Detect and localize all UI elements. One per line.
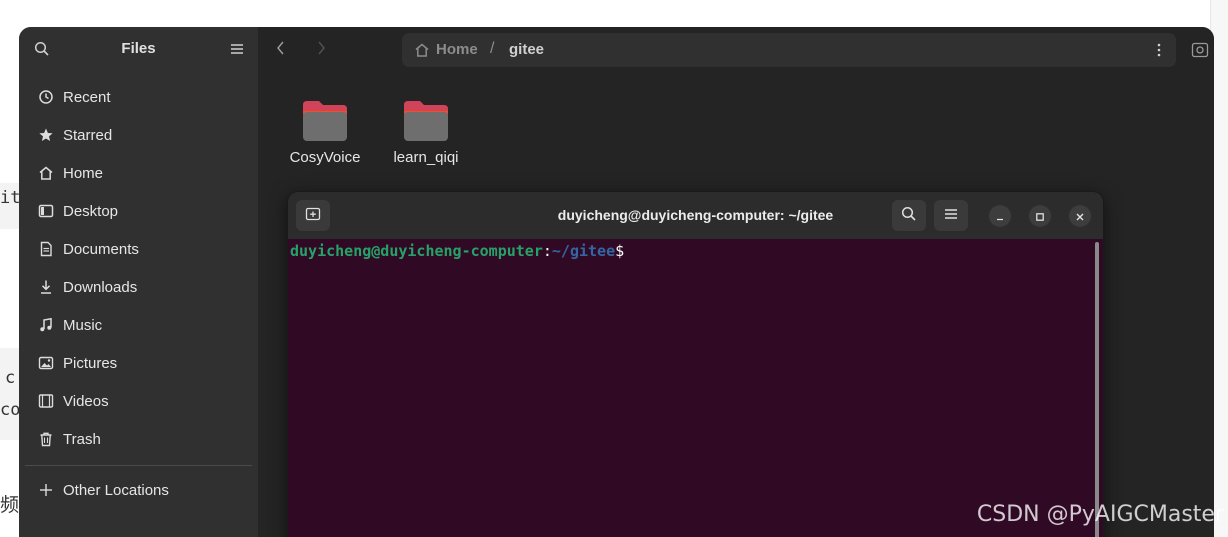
prompt-dollar: $ — [615, 242, 625, 260]
sidebar-item-label: Recent — [63, 88, 111, 106]
sidebar-item-label: Desktop — [63, 202, 119, 220]
home-icon — [414, 42, 430, 62]
chevron-left-icon — [275, 40, 287, 60]
music-icon — [38, 317, 54, 333]
sidebar-item-label: Documents — [63, 240, 139, 258]
terminal-search-button[interactable] — [892, 200, 926, 231]
view-options-icon[interactable] — [1191, 41, 1209, 63]
background-snippet: co — [0, 400, 21, 420]
background-snippet: 频 — [0, 494, 20, 516]
path-bar[interactable]: Home / gitee — [402, 33, 1176, 67]
sidebar-item-home[interactable]: Home — [27, 154, 250, 192]
terminal-header-bar: duyicheng@duyicheng-computer: ~/gitee — [288, 192, 1103, 239]
sidebar-item-label: Pictures — [63, 354, 118, 372]
minimize-icon — [995, 207, 1005, 226]
folder-item[interactable]: CosyVoice — [280, 99, 370, 166]
path-separator: / — [490, 40, 495, 57]
search-icon — [901, 206, 917, 226]
prompt-path: ~/gitee — [551, 242, 616, 260]
file-browser-toolbar: Home / gitee — [258, 27, 1214, 73]
vertical-dots-menu-icon[interactable] — [1150, 41, 1168, 59]
folder-name: learn_qiqi — [393, 149, 459, 166]
sidebar-item-label: Other Locations — [63, 481, 169, 499]
chevron-right-icon — [315, 40, 327, 60]
sidebar-item-downloads[interactable]: Downloads — [27, 268, 250, 306]
maximize-icon — [1035, 207, 1045, 226]
terminal-menu-button[interactable] — [934, 200, 968, 231]
sidebar-item-documents[interactable]: Documents — [27, 230, 250, 268]
desktop-icon — [38, 203, 54, 219]
maximize-button[interactable] — [1029, 205, 1051, 227]
sidebar-item-music[interactable]: Music — [27, 306, 250, 344]
sidebar-places-list: Recent Starred Home Desktop Documents Do… — [27, 78, 250, 458]
sidebar-divider — [25, 465, 252, 466]
folder-item[interactable]: learn_qiqi — [381, 99, 471, 166]
download-icon — [38, 279, 54, 295]
terminal-title: duyicheng@duyicheng-computer: ~/gitee — [557, 207, 834, 223]
hamburger-menu-icon — [944, 206, 958, 225]
sidebar-header: Files — [19, 27, 258, 73]
sidebar: Files Recent Starred Home Desktop Docume… — [19, 27, 258, 537]
video-icon — [38, 393, 54, 409]
close-icon — [1075, 207, 1085, 226]
hamburger-menu-icon[interactable] — [229, 41, 245, 57]
plus-icon — [38, 482, 54, 498]
background-snippet: it — [0, 188, 21, 208]
back-button[interactable] — [270, 39, 292, 61]
watermark: CSDN @PyAIGCMaster — [976, 502, 1224, 527]
sidebar-item-pictures[interactable]: Pictures — [27, 344, 250, 382]
home-icon — [38, 165, 54, 181]
sidebar-item-label: Music — [63, 316, 103, 334]
background-snippet: c — [5, 368, 16, 388]
folder-icon — [381, 99, 471, 143]
minimize-button[interactable] — [989, 205, 1011, 227]
clock-icon — [38, 89, 54, 105]
sidebar-item-label: Videos — [63, 392, 109, 410]
picture-icon — [38, 355, 54, 371]
sidebar-item-label: Starred — [63, 126, 113, 144]
sidebar-title: Files — [121, 40, 156, 57]
prompt-user-host: duyicheng@duyicheng-computer — [290, 242, 543, 260]
sidebar-item-videos[interactable]: Videos — [27, 382, 250, 420]
sidebar-item-desktop[interactable]: Desktop — [27, 192, 250, 230]
sidebar-item-trash[interactable]: Trash — [27, 420, 250, 458]
forward-button[interactable] — [310, 39, 332, 61]
terminal-output[interactable]: duyicheng@duyicheng-computer:~/gitee$ — [288, 239, 1103, 537]
document-icon — [38, 241, 54, 257]
terminal-scrollbar[interactable] — [1095, 242, 1099, 537]
sidebar-item-label: Downloads — [63, 278, 138, 296]
trash-icon — [38, 431, 54, 447]
prompt-colon: : — [542, 242, 552, 260]
folder-icon — [280, 99, 370, 143]
sidebar-item-label: Trash — [63, 430, 101, 448]
path-segment-home[interactable]: Home — [436, 41, 478, 58]
sidebar-item-other-locations[interactable]: Other Locations — [27, 471, 250, 509]
sidebar-item-label: Home — [63, 164, 104, 182]
folder-name: CosyVoice — [289, 149, 361, 166]
terminal-window[interactable]: duyicheng@duyicheng-computer: ~/gitee du… — [288, 192, 1103, 537]
sidebar-other-locations-section: Other Locations — [27, 471, 250, 509]
path-segment-current[interactable]: gitee — [509, 41, 544, 58]
sidebar-item-starred[interactable]: Starred — [27, 116, 250, 154]
close-button[interactable] — [1069, 205, 1091, 227]
star-icon — [38, 127, 54, 143]
sidebar-item-recent[interactable]: Recent — [27, 78, 250, 116]
